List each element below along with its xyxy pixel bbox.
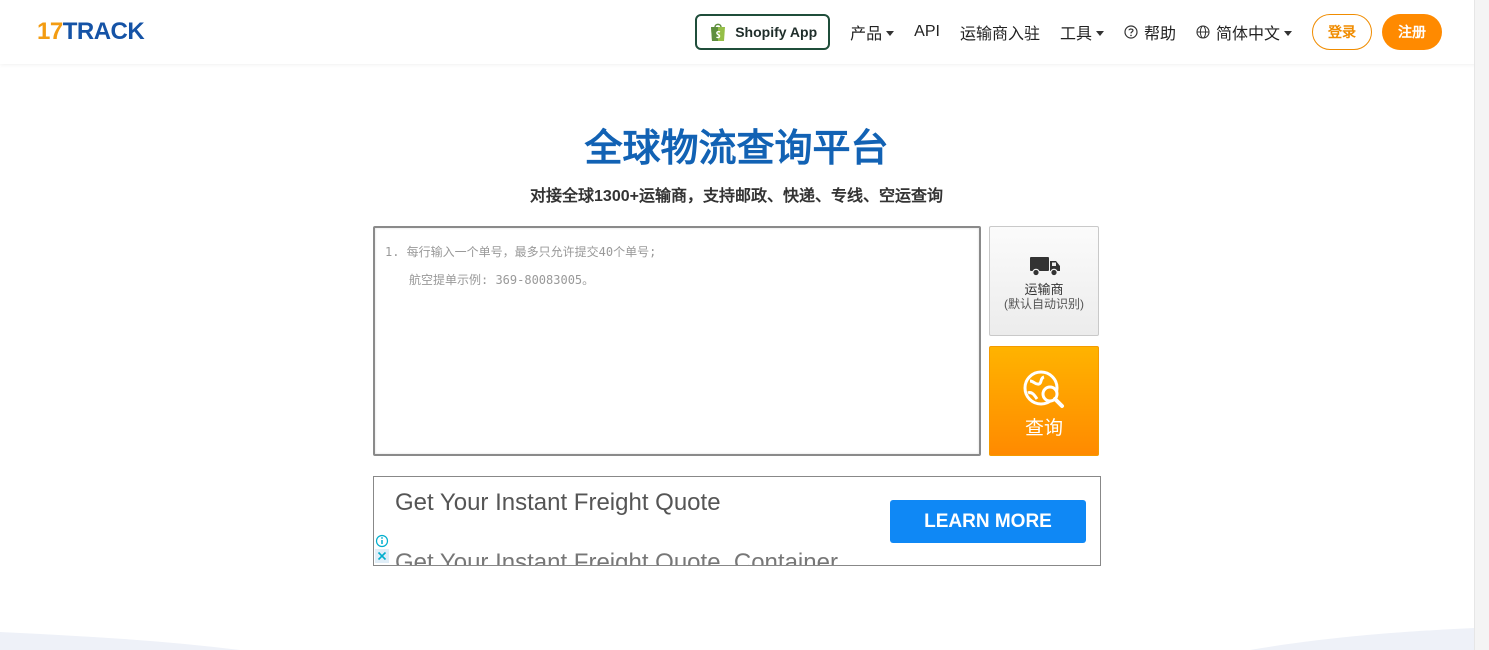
track-search-button[interactable]: 查询 <box>989 346 1099 456</box>
nav-help[interactable]: 帮助 <box>1124 20 1176 44</box>
shopify-bag-icon <box>711 23 726 41</box>
language-selector[interactable]: 简体中文 <box>1196 20 1292 44</box>
nav-carrier-join[interactable]: 运输商入驻 <box>960 20 1040 44</box>
nav-products-label: 产品 <box>850 26 883 43</box>
carrier-select-button[interactable]: 运输商 (默认自动识别) <box>989 226 1099 336</box>
nav-help-label: 帮助 <box>1143 26 1176 43</box>
chevron-down-icon <box>886 30 895 36</box>
truck-icon <box>1030 257 1060 277</box>
chevron-down-icon <box>1284 30 1292 36</box>
shopify-app-label: Shopify App <box>735 24 818 40</box>
register-button[interactable]: 注册 <box>1382 14 1442 50</box>
chevron-down-icon <box>1095 30 1104 36</box>
globe-search-icon <box>1023 370 1064 408</box>
language-label: 简体中文 <box>1215 26 1280 43</box>
ad-headline[interactable]: Get Your Instant Freight Quote <box>395 489 721 517</box>
carrier-label: 运输商 <box>1024 282 1064 297</box>
tracking-number-input[interactable]: 1. 每行输入一个单号，最多只允许提交40个单号; 航空提单示例: 369-80… <box>373 226 981 456</box>
ad-learn-more-button[interactable]: LEARN MORE <box>890 500 1086 543</box>
placeholder-line-1: 1. 每行输入一个单号，最多只允许提交40个单号; <box>385 245 657 259</box>
globe-icon <box>1196 25 1210 39</box>
ad-description: Get Your Instant Freight Quote, Containe… <box>395 549 838 566</box>
login-button[interactable]: 登录 <box>1312 14 1372 50</box>
site-logo[interactable]: 17TRACK <box>37 18 145 46</box>
nav-tools[interactable]: 工具 <box>1060 20 1104 44</box>
placeholder-line-2: 航空提单示例: 369-80083005。 <box>409 273 595 287</box>
logo-word: TRACK <box>62 18 145 45</box>
main-nav: Shopify App 产品 API 运输商入驻 工具 帮助 简体中文 登录 注… <box>695 14 1442 50</box>
top-header: 17TRACK Shopify App 产品 API 运输商入驻 工具 帮助 简… <box>0 0 1489 64</box>
page-title: 全球物流查询平台 <box>584 128 889 170</box>
nav-api[interactable]: API <box>914 23 940 41</box>
ad-banner[interactable]: Get Your Instant Freight Quote Get Your … <box>373 476 1101 566</box>
logo-number: 17 <box>37 18 63 45</box>
search-button-label: 查询 <box>1024 418 1063 439</box>
carrier-sublabel: (默认自动识别) <box>1004 297 1084 311</box>
page-scrollbar[interactable] <box>1474 0 1489 650</box>
nav-api-label: API <box>914 23 940 40</box>
ad-info-icon[interactable] <box>375 534 389 548</box>
nav-carrier-join-label: 运输商入驻 <box>959 26 1040 43</box>
bottom-decoration <box>0 628 1474 650</box>
nav-products[interactable]: 产品 <box>850 20 895 44</box>
nav-tools-label: 工具 <box>1059 26 1092 43</box>
ad-close-icon[interactable] <box>375 549 389 563</box>
help-circle-icon <box>1124 25 1138 39</box>
page-subtitle: 对接全球1300+运输商，支持邮政、快递、专线、空运查询 <box>530 188 943 205</box>
shopify-app-button[interactable]: Shopify App <box>695 14 831 50</box>
